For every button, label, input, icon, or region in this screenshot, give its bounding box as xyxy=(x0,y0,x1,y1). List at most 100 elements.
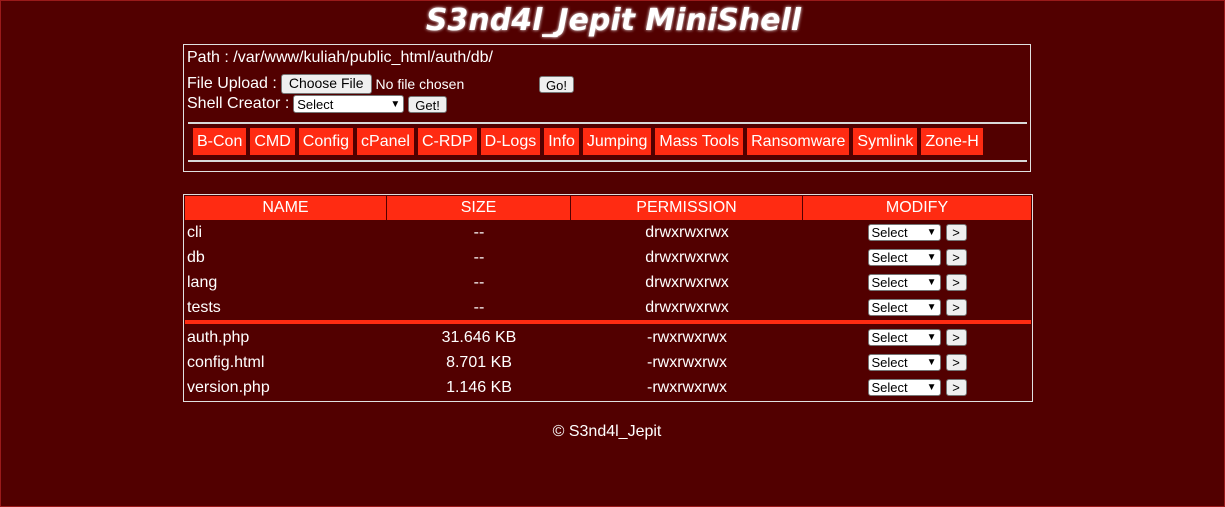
table-row: config.html 8.701 KB -rwxrwxrwx Select ▼ … xyxy=(185,350,1031,375)
table-row: tests -- drwxrwxrwx Select ▼ > xyxy=(185,295,1031,320)
action-go-button[interactable]: > xyxy=(945,329,967,346)
size-cell: -- xyxy=(473,273,485,291)
chevron-down-icon: ▼ xyxy=(926,357,937,368)
no-file-chosen-text: No file chosen xyxy=(375,76,465,92)
permission-cell[interactable]: -rwxrwxrwx xyxy=(571,329,803,347)
tool-d-logs-button[interactable]: D-Logs xyxy=(480,128,541,155)
upload-go-button[interactable]: Go! xyxy=(539,76,574,93)
size-cell: 31.646 KB xyxy=(441,328,517,346)
dir-name-link[interactable]: lang xyxy=(185,274,387,292)
shell-creator-select-value: Select xyxy=(297,96,334,112)
size-cell: 1.146 KB xyxy=(446,378,512,396)
path-value[interactable]: /var/www/kuliah/public_html/auth/db/ xyxy=(233,49,493,66)
modify-cell: Select ▼ > xyxy=(803,249,1031,266)
chevron-down-icon: ▼ xyxy=(926,252,937,263)
file-table: NAME SIZE PERMISSION MODIFY cli -- drwxr… xyxy=(183,194,1033,402)
choose-file-button[interactable]: Choose File xyxy=(280,74,372,94)
table-row: auth.php 31.646 KB -rwxrwxrwx Select ▼ > xyxy=(185,325,1031,350)
table-row: lang -- drwxrwxrwx Select ▼ > xyxy=(185,270,1031,295)
tool-mass-tools-button[interactable]: Mass Tools xyxy=(655,128,744,155)
action-select[interactable]: Select ▼ xyxy=(867,274,941,291)
action-select[interactable]: Select ▼ xyxy=(867,249,941,266)
permission-cell[interactable]: drwxrwxrwx xyxy=(571,249,803,267)
action-go-button[interactable]: > xyxy=(945,299,967,316)
action-select-value: Select xyxy=(871,275,908,290)
modify-cell: Select ▼ > xyxy=(803,224,1031,241)
action-go-button[interactable]: > xyxy=(945,274,967,291)
tool-info-button[interactable]: Info xyxy=(544,128,579,155)
tool-b-con-button[interactable]: B-Con xyxy=(193,128,247,155)
size-cell: 8.701 KB xyxy=(446,353,512,371)
file-upload-label: File Upload : xyxy=(187,75,277,92)
chevron-down-icon: ▼ xyxy=(926,227,937,238)
action-select[interactable]: Select ▼ xyxy=(867,379,941,396)
chevron-down-icon: ▼ xyxy=(926,382,937,393)
column-header-modify: MODIFY xyxy=(885,199,949,216)
table-row: version.php 1.146 KB -rwxrwxrwx Select ▼ … xyxy=(185,375,1031,400)
shell-get-button[interactable]: Get! xyxy=(408,95,447,113)
tool-config-button[interactable]: Config xyxy=(298,128,354,155)
permission-cell[interactable]: -rwxrwxrwx xyxy=(571,354,803,372)
shell-creator-select[interactable]: Select ▼ xyxy=(293,95,405,113)
action-select-value: Select xyxy=(871,250,908,265)
action-select-value: Select xyxy=(871,380,908,395)
tool-cpanel-button[interactable]: cPanel xyxy=(357,128,414,155)
action-select-value: Select xyxy=(871,330,908,345)
tool-jumping-button[interactable]: Jumping xyxy=(582,128,652,155)
modify-cell: Select ▼ > xyxy=(803,379,1031,396)
action-go-button[interactable]: > xyxy=(945,249,967,266)
chevron-down-icon: ▼ xyxy=(390,98,401,110)
dir-name-link[interactable]: cli xyxy=(185,224,387,242)
action-select[interactable]: Select ▼ xyxy=(867,299,941,316)
chevron-down-icon: ▼ xyxy=(926,277,937,288)
table-row: db -- drwxrwxrwx Select ▼ > xyxy=(185,245,1031,270)
modify-cell: Select ▼ > xyxy=(803,354,1031,371)
action-select[interactable]: Select ▼ xyxy=(867,224,941,241)
action-go-button[interactable]: > xyxy=(945,224,967,241)
file-name-link[interactable]: version.php xyxy=(185,379,387,397)
shell-creator-row: Shell Creator : Select ▼ Get! xyxy=(187,95,447,113)
column-header-permission: PERMISSION xyxy=(571,196,803,220)
table-row: cli -- drwxrwxrwx Select ▼ > xyxy=(185,220,1031,245)
file-upload-row: File Upload : Choose File No file chosen xyxy=(187,74,464,94)
chevron-down-icon: ▼ xyxy=(926,302,937,313)
column-header-name: NAME xyxy=(185,196,387,220)
file-name-link[interactable]: config.html xyxy=(185,354,387,372)
tool-symlink-button[interactable]: Symlink xyxy=(853,128,918,155)
table-header: NAME SIZE PERMISSION MODIFY xyxy=(185,196,1031,220)
action-select-value: Select xyxy=(871,225,908,240)
tool-zone-h-button[interactable]: Zone-H xyxy=(921,128,983,155)
column-header-size: SIZE xyxy=(387,196,571,220)
size-cell: -- xyxy=(473,223,485,241)
dir-name-link[interactable]: db xyxy=(185,249,387,267)
tool-menu: B-Con CMD Config cPanel C-RDP D-Logs Inf… xyxy=(193,128,983,155)
chevron-down-icon: ▼ xyxy=(926,332,937,343)
action-go-button[interactable]: > xyxy=(945,379,967,396)
path-display: Path : /var/www/kuliah/public_html/auth/… xyxy=(187,49,493,67)
dir-file-separator xyxy=(185,320,1031,324)
path-label: Path : xyxy=(187,49,229,66)
tool-c-rdp-button[interactable]: C-RDP xyxy=(417,128,477,155)
action-select[interactable]: Select ▼ xyxy=(867,329,941,346)
app-title: S3nd4l_Jepit MiniShell xyxy=(425,3,802,38)
modify-cell: Select ▼ > xyxy=(803,299,1031,316)
modify-cell: Select ▼ > xyxy=(803,274,1031,291)
permission-cell[interactable]: drwxrwxrwx xyxy=(571,299,803,317)
tool-ransomware-button[interactable]: Ransomware xyxy=(747,128,850,155)
footer-copyright: © S3nd4l_Jepit xyxy=(552,423,662,440)
divider xyxy=(188,160,1027,162)
modify-cell: Select ▼ > xyxy=(803,329,1031,346)
action-go-button[interactable]: > xyxy=(945,354,967,371)
dir-name-link[interactable]: tests xyxy=(185,299,387,317)
action-select[interactable]: Select ▼ xyxy=(867,354,941,371)
size-cell: -- xyxy=(473,298,485,316)
permission-cell[interactable]: drwxrwxrwx xyxy=(571,224,803,242)
control-panel: Path : /var/www/kuliah/public_html/auth/… xyxy=(183,44,1031,172)
action-select-value: Select xyxy=(871,300,908,315)
tool-cmd-button[interactable]: CMD xyxy=(250,128,295,155)
file-name-link[interactable]: auth.php xyxy=(185,329,387,347)
permission-cell[interactable]: drwxrwxrwx xyxy=(571,274,803,292)
size-cell: -- xyxy=(473,248,485,266)
divider xyxy=(188,122,1027,124)
permission-cell[interactable]: -rwxrwxrwx xyxy=(571,379,803,397)
